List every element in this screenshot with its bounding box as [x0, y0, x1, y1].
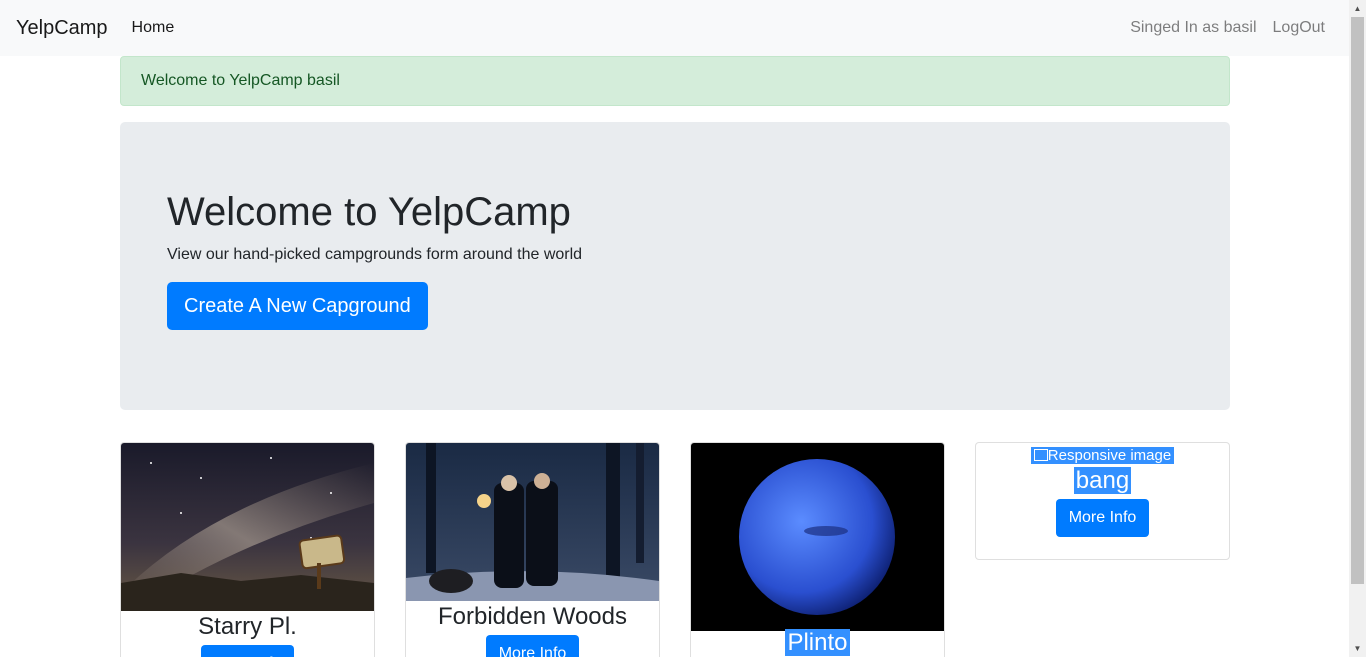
campground-image	[121, 443, 374, 611]
nav-user-area: Singed In as basil LogOut	[1130, 19, 1325, 37]
page-title: Welcome to YelpCamp	[167, 190, 571, 234]
campground-card: Forbidden Woods More Info	[405, 442, 660, 657]
campground-title: Starry Pl.	[198, 613, 297, 640]
scroll-up-arrow-icon[interactable]: ▲	[1349, 0, 1366, 17]
more-info-button[interactable]: More Info	[485, 635, 580, 657]
alert-message: Welcome to YelpCamp basil	[141, 72, 340, 89]
page-scrollbar[interactable]: ▲ ▼	[1349, 0, 1366, 657]
campground-title: Plinto	[785, 629, 850, 656]
scroll-down-arrow-icon[interactable]: ▼	[1349, 640, 1366, 657]
campground-image	[406, 443, 659, 601]
signed-in-label[interactable]: Singed In as basil	[1130, 19, 1256, 37]
page-subtitle: View our hand-picked campgrounds form ar…	[167, 246, 583, 263]
campground-title: Forbidden Woods	[438, 603, 627, 630]
logout-link[interactable]: LogOut	[1273, 19, 1325, 37]
campground-image	[691, 443, 944, 631]
campground-card: Responsive image bang More Info	[975, 442, 1230, 560]
create-campground-button[interactable]: Create A New Capground	[167, 282, 428, 330]
nav-home-link[interactable]: Home	[132, 19, 175, 37]
campground-card: Plinto	[690, 442, 945, 657]
more-info-button[interactable]: More Info	[200, 645, 295, 657]
campground-card: Starry Pl. More Info	[120, 442, 375, 657]
navbar: YelpCamp Home Singed In as basil LogOut	[0, 0, 1349, 56]
brand-link[interactable]: YelpCamp	[16, 17, 108, 40]
jumbotron: Welcome to YelpCamp View our hand-picked…	[120, 122, 1230, 410]
campground-title: bang	[1073, 467, 1132, 494]
more-info-button[interactable]: More Info	[1055, 499, 1150, 537]
broken-image-icon	[1033, 449, 1048, 461]
flash-success-alert: Welcome to YelpCamp basil	[120, 56, 1230, 106]
scrollbar-thumb[interactable]	[1351, 17, 1364, 584]
broken-image: Responsive image	[1030, 447, 1175, 464]
image-alt-text: Responsive image	[1047, 447, 1172, 464]
